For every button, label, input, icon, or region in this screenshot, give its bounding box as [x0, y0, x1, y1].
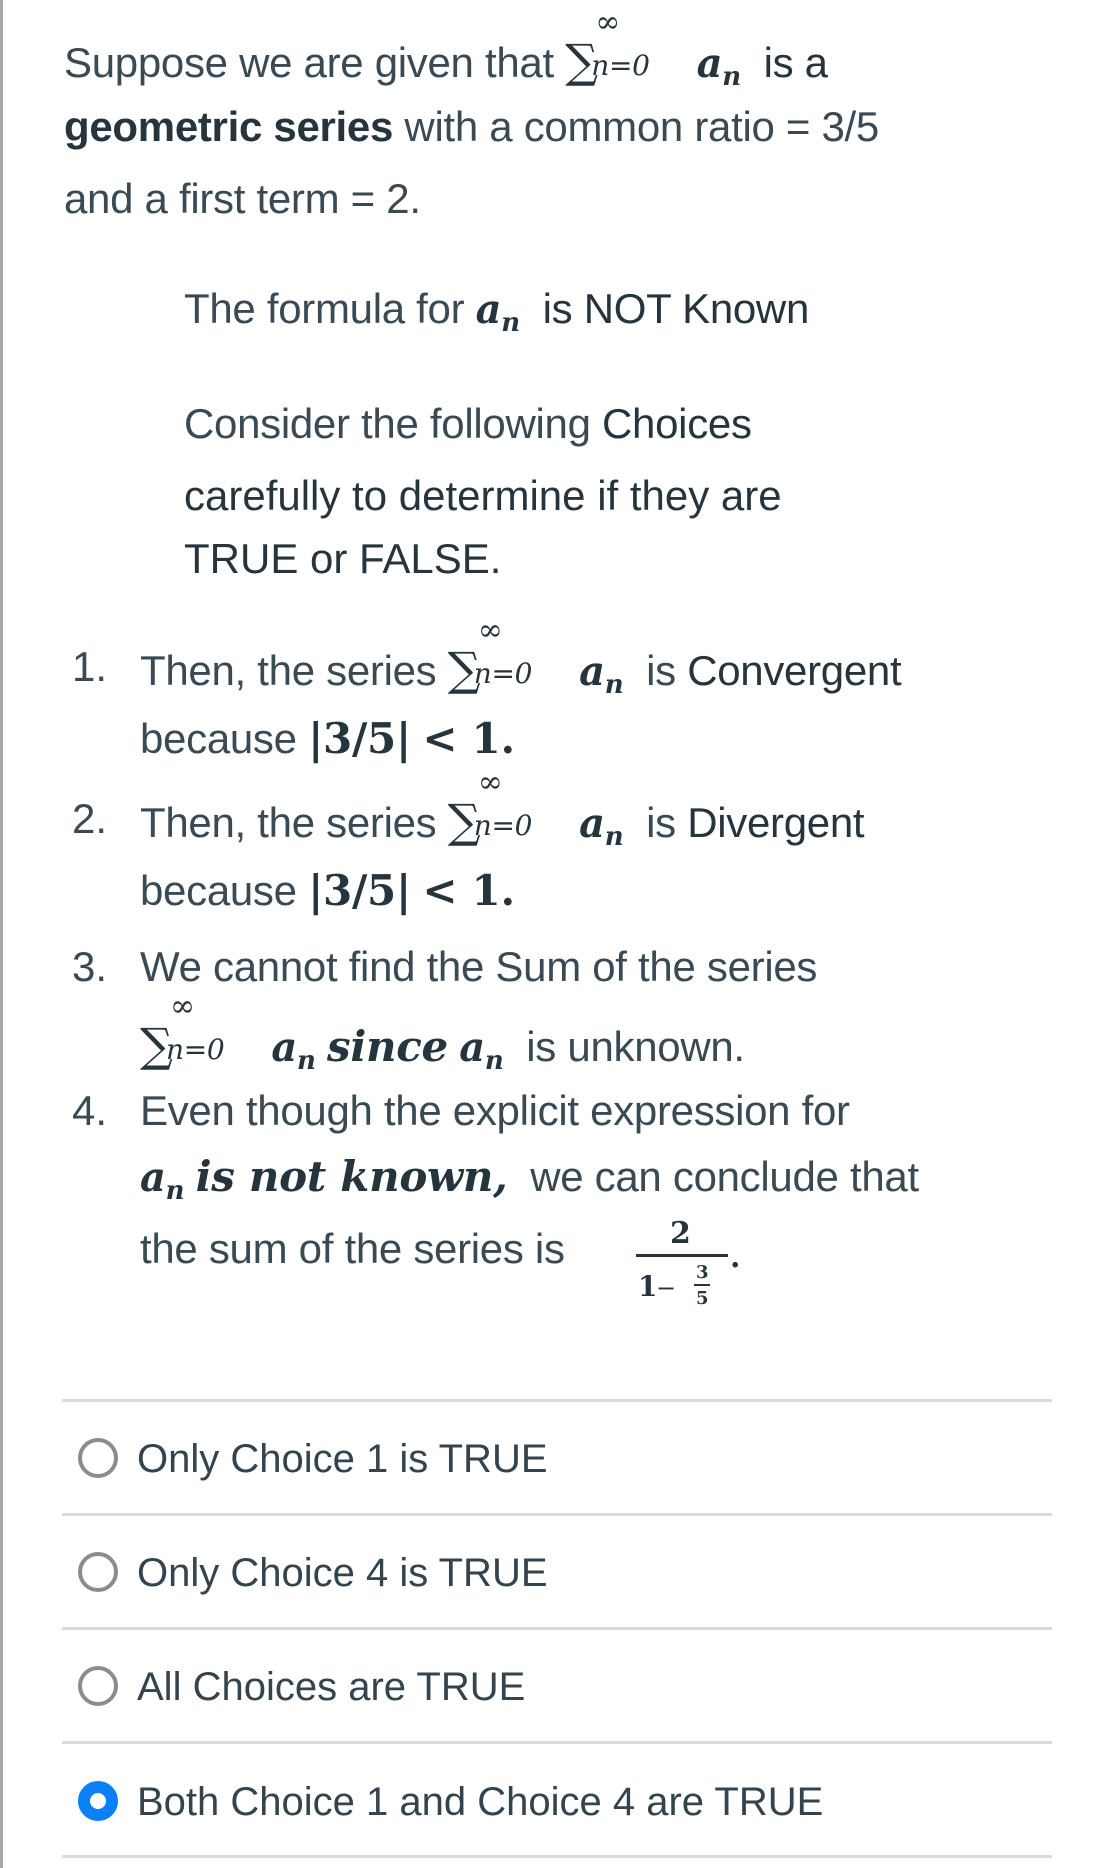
sigma-symbol: ∑ ∞ n=0 — [140, 989, 225, 1072]
choice-text: because — [140, 867, 297, 914]
less-than-one: < 1. — [422, 866, 515, 915]
choice-text: We cannot find the Sum of the series — [140, 943, 818, 990]
intro-line-2: geometric series with a common ratio = 3… — [64, 106, 879, 148]
inner-fraction-denominator: 5 — [696, 1288, 709, 1309]
radio-selected-icon[interactable] — [78, 1781, 118, 1821]
summation: ∑ ∞ n=0 — [448, 616, 568, 693]
summation: ∑ ∞ n=0 — [140, 992, 260, 1069]
consider-line-2: carefully to determine if they are — [184, 475, 782, 517]
a-n: an — [579, 648, 624, 700]
intro-text: and a first term = 2. — [64, 175, 421, 222]
a-n: an — [140, 1154, 185, 1206]
option-label[interactable]: Only Choice 4 is TRUE — [137, 1553, 548, 1593]
summation: ∑ ∞ n=0 — [448, 768, 568, 845]
abs-ratio: |3/5| — [308, 866, 411, 915]
inner-fraction-bar — [694, 1284, 710, 1286]
summation: ∑ ∞ n=0 — [565, 8, 685, 85]
note-text: TRUE or FALSE. — [184, 535, 502, 582]
abs-ratio: |3/5| — [308, 714, 411, 763]
left-border — [0, 0, 3, 1868]
choice-text: is — [646, 799, 676, 846]
a-n: an — [579, 800, 624, 852]
radio-unselected-icon[interactable] — [78, 1666, 118, 1706]
fraction-denominator-one: 1 — [638, 1270, 658, 1303]
option-divider — [62, 1741, 1052, 1744]
sum-lower-limit: n=0 — [591, 49, 650, 82]
choice-2-line-2: because |3/5| < 1. — [140, 870, 515, 912]
choice-1-line-2: because |3/5| < 1. — [140, 718, 515, 760]
sum-upper-limit: ∞ — [170, 989, 195, 1024]
choices-emphasis: Choices — [602, 400, 752, 447]
less-than-one: < 1. — [422, 714, 515, 763]
geometric-series-emphasis: geometric series — [64, 103, 394, 150]
since-math-text: since — [326, 1022, 448, 1071]
option-divider — [62, 1855, 1052, 1858]
intro-line-3: and a first term = 2. — [64, 178, 421, 220]
convergent-text: Convergent — [687, 647, 902, 694]
sigma-symbol: ∑ ∞ n=0 — [447, 765, 533, 848]
note-text: The formula for — [184, 285, 465, 332]
choice-text: is unknown. — [526, 1023, 745, 1070]
choice-text: because — [140, 715, 297, 762]
a-n: an — [696, 40, 742, 92]
choice-number: 4. — [72, 1087, 108, 1134]
sum-upper-limit: ∞ — [477, 765, 503, 800]
choice-3-line-2: ∑ ∞ n=0 an since an is unknown. — [140, 992, 745, 1076]
consider-line-3: TRUE or FALSE. — [184, 538, 501, 580]
formula-note: The formula for an is NOT Known — [184, 285, 810, 338]
radio-unselected-icon[interactable] — [78, 1552, 118, 1592]
choice-text: we can conclude that — [530, 1153, 919, 1200]
is-not-known-math-text: is not known, — [195, 1152, 508, 1201]
a-n: an — [271, 1024, 316, 1076]
period: . — [730, 1240, 741, 1275]
intro-text: is a — [763, 39, 828, 86]
option-divider — [62, 1513, 1052, 1516]
choice-number: 2. — [72, 795, 108, 842]
fraction-numerator: 2 — [670, 1216, 691, 1251]
intro-line-1: Suppose we are given that ∑ ∞ n=0 an is … — [64, 8, 828, 92]
choice-text: the sum of the series is — [140, 1225, 565, 1272]
choice-text: is — [646, 647, 676, 694]
sigma-symbol: ∑ ∞ n=0 — [565, 5, 650, 88]
sum-lower-limit: n=0 — [473, 657, 533, 690]
radio-unselected-icon[interactable] — [78, 1438, 118, 1478]
option-label[interactable]: Only Choice 1 is TRUE — [137, 1439, 548, 1479]
sigma-symbol: ∑ ∞ n=0 — [447, 613, 533, 696]
option-label[interactable]: Both Choice 1 and Choice 4 are TRUE — [137, 1782, 823, 1822]
minus-sign: − — [656, 1274, 677, 1302]
note-text: carefully to determine if they are — [184, 472, 782, 519]
option-divider — [62, 1627, 1052, 1630]
sum-upper-limit: ∞ — [477, 613, 503, 648]
option-divider — [62, 1399, 1052, 1402]
sum-upper-limit: ∞ — [595, 5, 620, 40]
choice-4-line-3: the sum of the series is — [140, 1228, 565, 1270]
choice-text: Then, the series — [140, 647, 437, 694]
a-n: an — [475, 286, 521, 338]
choice-4-line-1: Even though the explicit expression for — [140, 1090, 850, 1132]
sum-lower-limit: n=0 — [166, 1033, 225, 1066]
consider-line-1: Consider the following Choices — [184, 403, 752, 445]
option-label[interactable]: All Choices are TRUE — [137, 1667, 525, 1707]
choice-1-line-1: Then, the series ∑ ∞ n=0 an is Convergen… — [140, 616, 902, 700]
sum-fraction: 2 1 − 3 5 . — [630, 1214, 740, 1324]
inner-fraction-numerator: 3 — [696, 1262, 709, 1283]
choice-2-line-1: Then, the series ∑ ∞ n=0 an is Divergent — [140, 768, 865, 852]
divergent-text: Divergent — [687, 799, 865, 846]
note-text: Consider the following — [184, 400, 591, 447]
choice-number: 1. — [72, 643, 108, 690]
fraction-bar — [636, 1254, 728, 1257]
not-known-text: is NOT Known — [542, 285, 810, 332]
choice-4-line-2: an is not known, we can conclude that — [140, 1153, 919, 1206]
intro-text: Suppose we are given that — [64, 39, 554, 86]
sum-lower-limit: n=0 — [473, 809, 533, 842]
choice-text: Then, the series — [140, 799, 437, 846]
choice-3-line-1: We cannot find the Sum of the series — [140, 946, 817, 988]
intro-text: with a common ratio = 3/5 — [404, 103, 879, 150]
a-n: an — [459, 1024, 504, 1076]
choice-text: Even though the explicit expression for — [140, 1087, 850, 1134]
choice-number: 3. — [72, 943, 108, 990]
